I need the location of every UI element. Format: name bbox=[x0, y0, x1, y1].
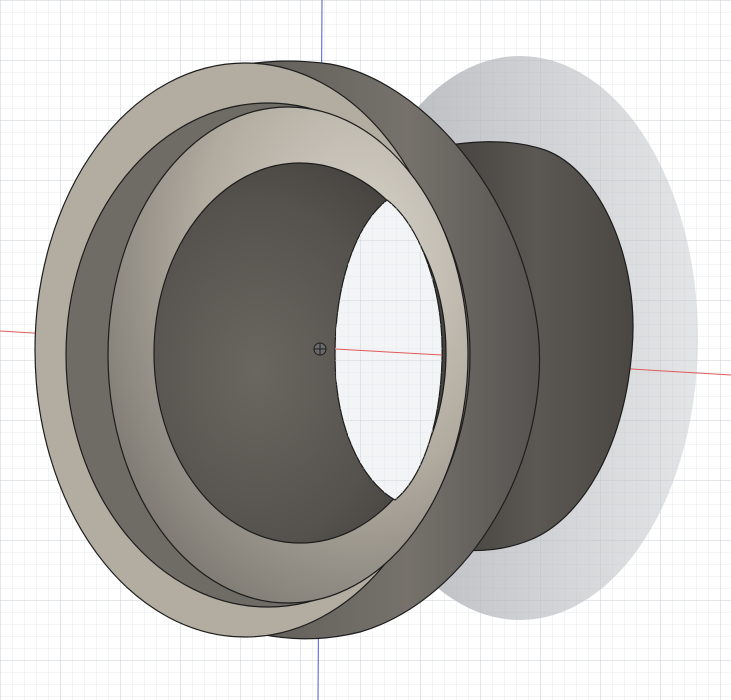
model-canvas[interactable] bbox=[0, 0, 731, 700]
3d-viewport[interactable] bbox=[0, 0, 731, 700]
origin-icon[interactable] bbox=[313, 342, 327, 356]
